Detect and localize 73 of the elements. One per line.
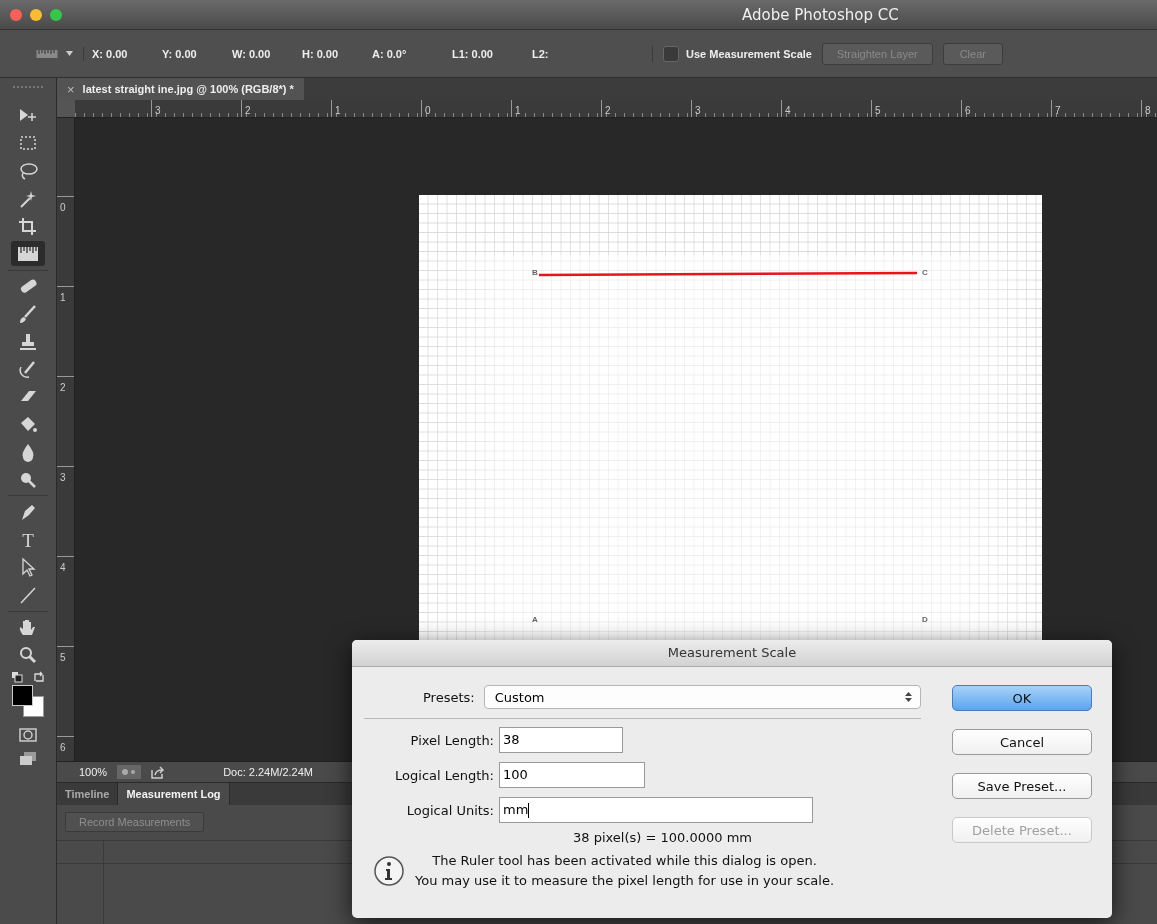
ruler-label: 8 xyxy=(1144,105,1151,116)
ruler-label: 3 xyxy=(59,472,66,483)
presets-label: Presets: xyxy=(423,689,475,705)
measurement-reading: X: 0.00 xyxy=(92,47,129,60)
ruler-label: 0 xyxy=(424,105,431,116)
close-window-button[interactable] xyxy=(10,8,22,21)
document-tab[interactable]: × latest straight ine.jpg @ 100% (RGB/8*) * xyxy=(57,78,304,100)
ruler-icon xyxy=(36,48,58,59)
measurement-reading: L2: xyxy=(532,47,550,60)
measurement-reading: W: 0.00 xyxy=(232,47,272,60)
measurement-reading: L1: 0.00 xyxy=(452,47,494,60)
measurement-reading: H: 0.00 xyxy=(302,47,340,60)
point-label: B xyxy=(532,268,538,278)
ruler-label: 0 xyxy=(59,202,66,213)
ruler-label: 2 xyxy=(59,382,66,393)
point-label: D xyxy=(922,615,928,625)
measurement-reading: Y: 0.00 xyxy=(162,47,198,60)
crop-icon xyxy=(17,216,39,237)
input-field[interactable]: 38 xyxy=(499,727,623,753)
ruler-label: 5 xyxy=(59,652,66,663)
caret-icon xyxy=(66,51,73,56)
stamp-icon xyxy=(17,331,39,352)
close-tab-button[interactable]: × xyxy=(67,81,75,97)
zoom-window-button[interactable] xyxy=(50,8,62,21)
ruler-label: 5 xyxy=(874,105,881,116)
dialog-title: Measurement Scale xyxy=(352,640,1112,667)
info-message: The Ruler tool has been activated while this dialog is open. You may use it to measure the pixel length for use in your scale. xyxy=(415,852,835,890)
ruler-label: 3 xyxy=(154,105,161,116)
zoom-level: 100% xyxy=(79,766,108,778)
ruler-label: 1 xyxy=(334,105,341,116)
minimize-window-button[interactable] xyxy=(30,8,42,21)
panel-tab[interactable]: Measurement Log xyxy=(118,783,230,805)
swap-arrows-icon[interactable] xyxy=(33,670,45,683)
type-icon: T xyxy=(17,529,39,550)
ruler-label: 7 xyxy=(1054,105,1061,116)
tool-button[interactable]: T xyxy=(11,527,45,553)
ruler-label: 1 xyxy=(514,105,521,116)
lasso-icon xyxy=(17,161,39,181)
field-label: Logical Units: xyxy=(405,802,494,818)
quick-mask-icon[interactable] xyxy=(18,726,38,743)
ruler-label: 4 xyxy=(784,105,791,116)
ruler-label: 4 xyxy=(59,562,66,573)
ruler-label: 6 xyxy=(59,742,66,753)
dialog-button[interactable]: Cancel xyxy=(952,729,1092,755)
point-label: C xyxy=(922,268,928,278)
dialog-button[interactable]: Save Preset... xyxy=(952,773,1092,799)
screen-mode-icon[interactable] xyxy=(18,750,38,767)
brush-icon xyxy=(17,303,39,324)
info-icon xyxy=(373,855,405,887)
presets-dropdown[interactable]: Custom xyxy=(483,685,921,709)
input-field[interactable]: 100 xyxy=(499,762,645,788)
input-field[interactable]: mm xyxy=(499,797,813,823)
color-swatches-drawing[interactable] xyxy=(10,684,46,719)
dialog-button[interactable]: OK xyxy=(952,685,1092,711)
ruler-label: 2 xyxy=(604,105,611,116)
window-title: Adobe Photoshop CC xyxy=(742,5,899,24)
field-label: Pixel Length: xyxy=(409,732,494,748)
ruler-label: 1 xyxy=(59,292,66,303)
ruler-label: 6 xyxy=(964,105,971,116)
tool-button[interactable] xyxy=(11,241,45,267)
point-label: A xyxy=(532,615,538,625)
default-colors-icon[interactable] xyxy=(11,670,23,683)
zoom-icon xyxy=(17,645,39,666)
ruler-label: 2 xyxy=(244,105,251,116)
scale-result: 38 pixel(s) = 100.0000 mm xyxy=(572,830,753,845)
field-label: Logical Length: xyxy=(394,767,494,783)
use-measurement-scale-checkbox[interactable]: Use Measurement Scale xyxy=(652,45,812,62)
measurement-reading: A: 0.0° xyxy=(372,47,408,60)
document-title: latest straight ine.jpg @ 100% (RGB/8*) * xyxy=(82,83,294,95)
share-icon[interactable] xyxy=(151,765,166,779)
stepper-icon xyxy=(905,691,912,703)
document-size: Doc: 2.24M/2.24M xyxy=(223,766,313,778)
ruler-label: 3 xyxy=(694,105,701,116)
